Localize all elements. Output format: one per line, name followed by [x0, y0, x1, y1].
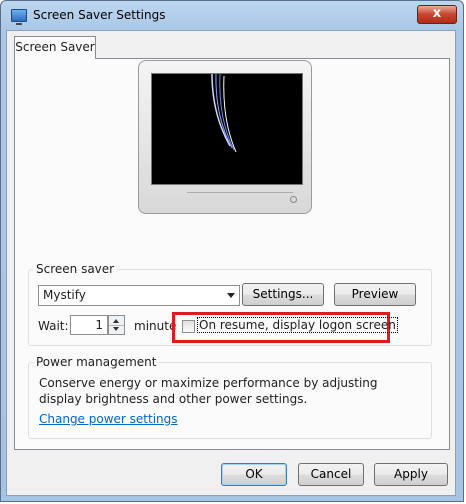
- chevron-down-icon: [227, 293, 235, 298]
- monitor-preview: [138, 60, 312, 214]
- title-bar[interactable]: Screen Saver Settings x: [1, 1, 463, 31]
- window-title: Screen Saver Settings: [33, 8, 166, 22]
- close-button[interactable]: x: [417, 5, 457, 24]
- tab-screen-saver[interactable]: Screen Saver: [14, 36, 96, 59]
- apply-button[interactable]: Apply: [374, 463, 448, 486]
- cancel-button[interactable]: Cancel: [298, 463, 364, 486]
- logon-screen-checkbox[interactable]: [182, 320, 195, 333]
- power-management-group-label: Power management: [36, 355, 157, 369]
- screen-saver-select[interactable]: Mystify: [38, 285, 240, 306]
- wait-label: Wait:: [38, 319, 69, 333]
- power-description: Conserve energy or maximize performance …: [39, 376, 378, 406]
- stepper-down-icon[interactable]: [109, 325, 124, 334]
- logon-screen-checkbox-label[interactable]: On resume, display logon screen: [197, 317, 398, 333]
- wait-minutes-input[interactable]: 1: [70, 315, 108, 335]
- monitor-icon: [11, 9, 27, 25]
- settings-button[interactable]: Settings...: [242, 283, 324, 306]
- screen-saver-group-label: Screen saver: [36, 262, 115, 276]
- preview-screen: [151, 73, 303, 185]
- mystify-preview-graphic: [211, 74, 237, 153]
- power-led-icon: [290, 196, 297, 203]
- wait-minutes-stepper[interactable]: [108, 315, 125, 335]
- ok-button[interactable]: OK: [221, 463, 287, 486]
- change-power-settings-link[interactable]: Change power settings: [39, 412, 178, 426]
- screen-saver-select-value: Mystify: [43, 288, 86, 302]
- preview-button[interactable]: Preview: [334, 283, 416, 306]
- minutes-label: minute: [134, 319, 177, 333]
- monitor-bezel-line: [187, 192, 293, 205]
